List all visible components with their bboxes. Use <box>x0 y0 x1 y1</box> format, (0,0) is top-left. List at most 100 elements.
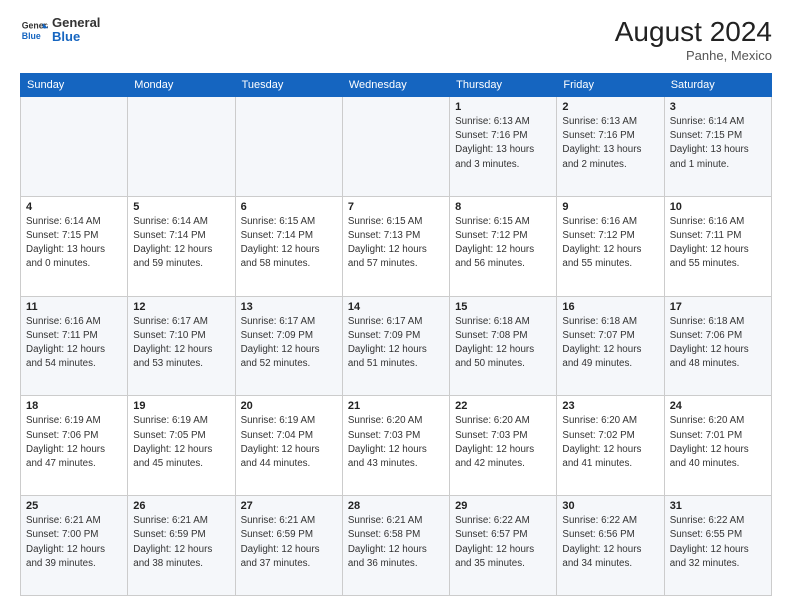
day-number: 25 <box>26 500 122 512</box>
day-info: Sunrise: 6:21 AM Sunset: 6:58 PM Dayligh… <box>348 514 444 571</box>
day-number: 10 <box>670 201 766 213</box>
day-number: 21 <box>348 400 444 412</box>
col-thursday: Thursday <box>450 74 557 97</box>
day-info: Sunrise: 6:20 AM Sunset: 7:01 PM Dayligh… <box>670 414 766 471</box>
day-number: 11 <box>26 301 122 313</box>
calendar-day-cell: 3Sunrise: 6:14 AM Sunset: 7:15 PM Daylig… <box>664 97 771 197</box>
day-info: Sunrise: 6:22 AM Sunset: 6:56 PM Dayligh… <box>562 514 658 571</box>
calendar-day-cell: 25 Sunrise: 6:21 AM Sunset: 7:00 PM Dayli… <box>21 496 128 596</box>
day-info: Sunrise: 6:18 AM Sunset: 7:06 PM Dayligh… <box>670 315 766 372</box>
calendar-header-row: Sunday Monday Tuesday Wednesday Thursday… <box>21 74 772 97</box>
calendar-day-cell: 7 Sunrise: 6:15 AM Sunset: 7:13 PM Daylig… <box>342 196 449 296</box>
calendar-day-cell: 8 Sunrise: 6:15 AM Sunset: 7:12 PM Daylig… <box>450 196 557 296</box>
day-info: Sunrise: 6:20 AM Sunset: 7:03 PM Dayligh… <box>455 414 551 471</box>
calendar-week-row: 25 Sunrise: 6:21 AM Sunset: 7:00 PM Dayli… <box>21 496 772 596</box>
day-info: Sunrise: 6:16 AM Sunset: 7:11 PM Dayligh… <box>26 315 122 372</box>
calendar-day-cell: 26Sunrise: 6:21 AM Sunset: 6:59 PM Dayli… <box>128 496 235 596</box>
day-info: Sunrise: 6:22 AM Sunset: 6:55 PM Dayligh… <box>670 514 766 571</box>
col-sunday: Sunday <box>21 74 128 97</box>
calendar-day-cell: 9 Sunrise: 6:16 AM Sunset: 7:12 PM Daylig… <box>557 196 664 296</box>
calendar-day-cell: 15Sunrise: 6:18 AM Sunset: 7:08 PM Dayli… <box>450 296 557 396</box>
calendar-day-cell: 28 Sunrise: 6:21 AM Sunset: 6:58 PM Dayli… <box>342 496 449 596</box>
day-number: 4 <box>26 201 122 213</box>
calendar-day-cell <box>235 97 342 197</box>
day-number: 30 <box>562 500 658 512</box>
day-info: Sunrise: 6:15 AM Sunset: 7:13 PM Dayligh… <box>348 215 444 272</box>
day-number: 5 <box>133 201 229 213</box>
day-number: 2 <box>562 101 658 113</box>
calendar-day-cell: 1 Sunrise: 6:13 AM Sunset: 7:16 PM Daylig… <box>450 97 557 197</box>
calendar-day-cell: 6 Sunrise: 6:15 AM Sunset: 7:14 PM Daylig… <box>235 196 342 296</box>
calendar-day-cell: 13Sunrise: 6:17 AM Sunset: 7:09 PM Dayli… <box>235 296 342 396</box>
day-info: Sunrise: 6:16 AM Sunset: 7:12 PM Dayligh… <box>562 215 658 272</box>
day-info: Sunrise: 6:15 AM Sunset: 7:12 PM Dayligh… <box>455 215 551 272</box>
calendar-day-cell: 27 Sunrise: 6:21 AM Sunset: 6:59 PM Dayli… <box>235 496 342 596</box>
month-year: August 2024 <box>615 16 772 48</box>
calendar-day-cell: 20 Sunrise: 6:19 AM Sunset: 7:04 PM Dayli… <box>235 396 342 496</box>
calendar-day-cell <box>21 97 128 197</box>
calendar-day-cell: 14 Sunrise: 6:17 AM Sunset: 7:09 PM Dayli… <box>342 296 449 396</box>
col-wednesday: Wednesday <box>342 74 449 97</box>
day-info: Sunrise: 6:19 AM Sunset: 7:04 PM Dayligh… <box>241 414 337 471</box>
day-info: Sunrise: 6:20 AM Sunset: 7:02 PM Dayligh… <box>562 414 658 471</box>
day-number: 9 <box>562 201 658 213</box>
day-info: Sunrise: 6:21 AM Sunset: 7:00 PM Dayligh… <box>26 514 122 571</box>
day-number: 24 <box>670 400 766 412</box>
day-info: Sunrise: 6:17 AM Sunset: 7:09 PM Dayligh… <box>348 315 444 372</box>
svg-text:Blue: Blue <box>22 31 41 41</box>
day-number: 28 <box>348 500 444 512</box>
day-number: 7 <box>348 201 444 213</box>
day-number: 27 <box>241 500 337 512</box>
day-info: Sunrise: 6:13 AM Sunset: 7:16 PM Dayligh… <box>562 115 658 172</box>
col-saturday: Saturday <box>664 74 771 97</box>
calendar-day-cell: 11 Sunrise: 6:16 AM Sunset: 7:11 PM Dayli… <box>21 296 128 396</box>
day-info: Sunrise: 6:21 AM Sunset: 6:59 PM Dayligh… <box>133 514 229 571</box>
day-number: 12 <box>133 301 229 313</box>
day-info: Sunrise: 6:19 AM Sunset: 7:05 PM Dayligh… <box>133 414 229 471</box>
calendar-table: Sunday Monday Tuesday Wednesday Thursday… <box>20 73 772 596</box>
day-number: 16 <box>562 301 658 313</box>
day-number: 18 <box>26 400 122 412</box>
day-info: Sunrise: 6:14 AM Sunset: 7:15 PM Dayligh… <box>670 115 766 172</box>
day-number: 8 <box>455 201 551 213</box>
day-number: 29 <box>455 500 551 512</box>
calendar-day-cell: 10 Sunrise: 6:16 AM Sunset: 7:11 PM Dayli… <box>664 196 771 296</box>
logo: General Blue General Blue <box>20 16 100 45</box>
day-number: 14 <box>348 301 444 313</box>
day-number: 6 <box>241 201 337 213</box>
calendar-day-cell: 16 Sunrise: 6:18 AM Sunset: 7:07 PM Dayli… <box>557 296 664 396</box>
calendar-day-cell: 12Sunrise: 6:17 AM Sunset: 7:10 PM Dayli… <box>128 296 235 396</box>
day-info: Sunrise: 6:14 AM Sunset: 7:15 PM Dayligh… <box>26 215 122 272</box>
logo-general-text: General <box>52 16 100 30</box>
day-number: 23 <box>562 400 658 412</box>
day-number: 20 <box>241 400 337 412</box>
day-number: 19 <box>133 400 229 412</box>
day-info: Sunrise: 6:15 AM Sunset: 7:14 PM Dayligh… <box>241 215 337 272</box>
day-info: Sunrise: 6:16 AM Sunset: 7:11 PM Dayligh… <box>670 215 766 272</box>
location: Panhe, Mexico <box>615 48 772 63</box>
calendar-week-row: 11 Sunrise: 6:16 AM Sunset: 7:11 PM Dayli… <box>21 296 772 396</box>
calendar-week-row: 1 Sunrise: 6:13 AM Sunset: 7:16 PM Daylig… <box>21 97 772 197</box>
calendar-day-cell: 19 Sunrise: 6:19 AM Sunset: 7:05 PM Dayli… <box>128 396 235 496</box>
day-number: 22 <box>455 400 551 412</box>
calendar-week-row: 4 Sunrise: 6:14 AM Sunset: 7:15 PM Daylig… <box>21 196 772 296</box>
calendar-week-row: 18Sunrise: 6:19 AM Sunset: 7:06 PM Dayli… <box>21 396 772 496</box>
calendar-day-cell <box>342 97 449 197</box>
logo-blue-text: Blue <box>52 30 100 44</box>
day-info: Sunrise: 6:20 AM Sunset: 7:03 PM Dayligh… <box>348 414 444 471</box>
title-block: August 2024 Panhe, Mexico <box>615 16 772 63</box>
day-info: Sunrise: 6:17 AM Sunset: 7:09 PM Dayligh… <box>241 315 337 372</box>
calendar-day-cell: 21 Sunrise: 6:20 AM Sunset: 7:03 PM Dayli… <box>342 396 449 496</box>
logo-icon: General Blue <box>20 16 48 44</box>
header: General Blue General Blue August 2024 Pa… <box>20 16 772 63</box>
calendar-day-cell <box>128 97 235 197</box>
day-number: 17 <box>670 301 766 313</box>
day-info: Sunrise: 6:18 AM Sunset: 7:07 PM Dayligh… <box>562 315 658 372</box>
day-info: Sunrise: 6:13 AM Sunset: 7:16 PM Dayligh… <box>455 115 551 172</box>
day-number: 1 <box>455 101 551 113</box>
calendar-day-cell: 5Sunrise: 6:14 AM Sunset: 7:14 PM Daylig… <box>128 196 235 296</box>
calendar-day-cell: 31Sunrise: 6:22 AM Sunset: 6:55 PM Dayli… <box>664 496 771 596</box>
col-friday: Friday <box>557 74 664 97</box>
calendar-day-cell: 18Sunrise: 6:19 AM Sunset: 7:06 PM Dayli… <box>21 396 128 496</box>
day-info: Sunrise: 6:21 AM Sunset: 6:59 PM Dayligh… <box>241 514 337 571</box>
